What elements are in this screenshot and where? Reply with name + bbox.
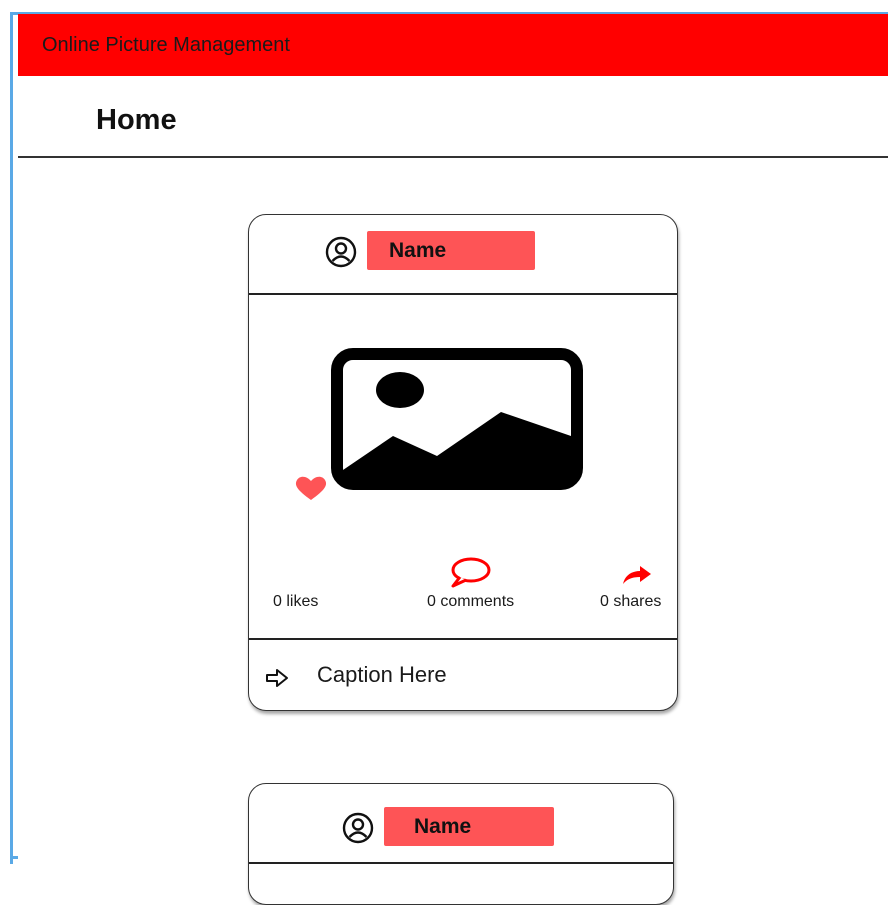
author-name-badge[interactable]: Name — [384, 807, 554, 846]
post-header: Name — [249, 215, 677, 295]
likes-count: 0 likes — [273, 593, 319, 610]
author-name-badge[interactable]: Name — [367, 231, 535, 270]
page-title: Home — [96, 104, 177, 136]
image-placeholder-icon[interactable] — [331, 348, 583, 490]
post-caption-row: Caption Here — [249, 638, 677, 710]
share-arrow-icon[interactable] — [621, 564, 653, 586]
user-circle-icon[interactable] — [342, 812, 374, 844]
comment-bubble-icon[interactable] — [448, 555, 492, 589]
post-header: Name — [249, 784, 673, 864]
author-name: Name — [414, 814, 472, 838]
shares-count[interactable]: 0 shares — [600, 593, 661, 611]
comments-count[interactable]: 0 comments — [427, 593, 514, 611]
arrow-right-outline-icon — [266, 669, 288, 687]
frame-notch-top — [10, 12, 18, 15]
frame-notch-bottom — [10, 856, 18, 859]
post-card: Name — [248, 783, 674, 905]
heart-icon[interactable] — [293, 475, 329, 501]
frame-left-border — [10, 12, 13, 864]
post-card: Name 0 likes 0 comments 0 shares Caption… — [248, 214, 678, 711]
user-circle-icon[interactable] — [325, 236, 357, 268]
page-header: Home — [18, 76, 888, 158]
author-name: Name — [389, 238, 447, 262]
post-caption: Caption Here — [317, 662, 447, 687]
app-bar: Online Picture Management — [18, 14, 888, 76]
app-title: Online Picture Management — [42, 33, 290, 56]
